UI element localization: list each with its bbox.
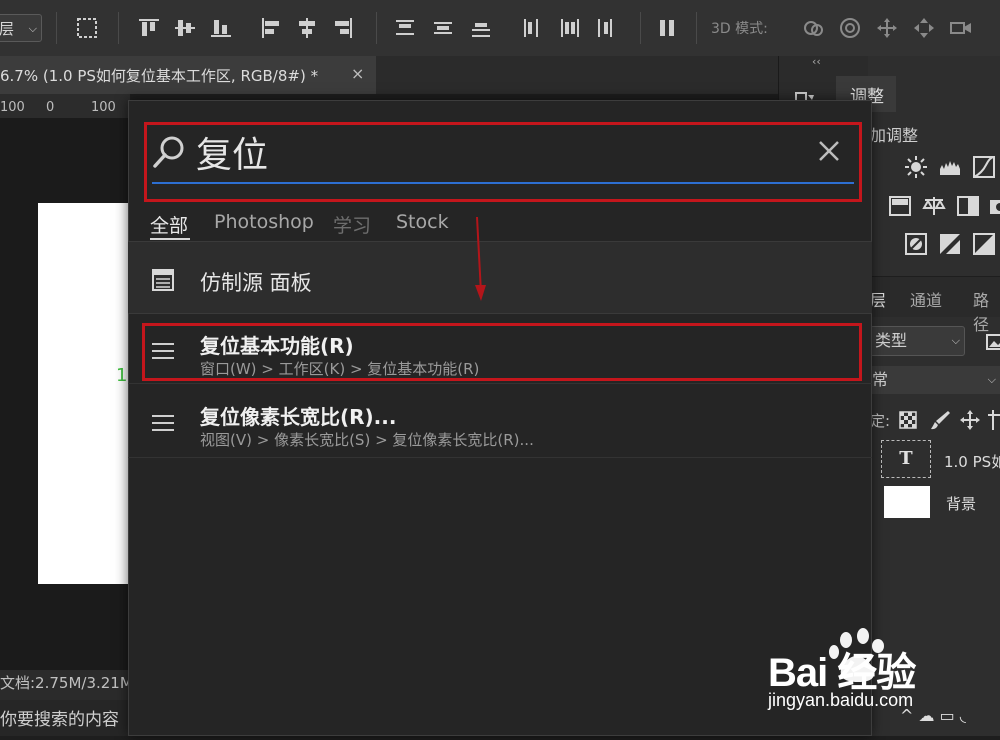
document-size-status: 文档:2.75M/3.21M — [0, 674, 133, 692]
system-tray: ^ ☁ ▭ ◟ — [900, 706, 966, 725]
collapse-panels-icon[interactable]: ‹‹ — [812, 55, 821, 68]
distribute-left-icon[interactable] — [518, 15, 544, 41]
curves-icon[interactable] — [972, 155, 996, 179]
annotation-arrow-icon — [470, 215, 492, 305]
brightness-icon[interactable] — [904, 155, 928, 179]
ruler-label: 100 — [0, 100, 25, 115]
layer-filter-select[interactable]: 类型 ⌵ — [870, 326, 965, 356]
distribute-spacing-icon[interactable] — [654, 15, 680, 41]
background-layer-thumbnail — [884, 486, 930, 518]
clear-search-icon[interactable] — [816, 138, 842, 164]
ruler-label: 100 — [91, 100, 116, 115]
filter-tab-stock[interactable]: Stock — [396, 211, 449, 233]
3d-orbit-icon[interactable] — [800, 15, 826, 41]
3d-camera-icon[interactable] — [948, 15, 974, 41]
layer-select[interactable]: 层 ⌵ — [0, 14, 42, 42]
align-left-icon[interactable] — [258, 15, 284, 41]
distribute-bottom-icon[interactable] — [468, 15, 494, 41]
tab-channels[interactable]: 通道 — [910, 287, 942, 311]
toolbar-separator — [640, 12, 641, 44]
watermark-url: jingyan.baidu.com — [768, 690, 914, 710]
menu-icon — [151, 414, 175, 432]
align-bottom-icon[interactable] — [208, 15, 234, 41]
align-top-icon[interactable] — [136, 15, 162, 41]
search-icon — [152, 134, 186, 170]
ruler-label: 0 — [46, 100, 55, 115]
text-layer-thumbnail: T — [881, 440, 931, 478]
align-vertical-center-icon[interactable] — [172, 15, 198, 41]
transform-controls-icon[interactable] — [74, 15, 100, 41]
tab-layers[interactable]: 层 — [870, 287, 886, 311]
3d-mode-label: 3D 模式: — [711, 21, 768, 37]
search-input-underline — [152, 182, 854, 184]
lock-transparent-icon[interactable] — [896, 408, 920, 432]
add-adjustment-label: 加调整 — [870, 126, 919, 145]
distribute-hcenter-icon[interactable] — [556, 15, 582, 41]
active-filter-underline — [150, 238, 190, 240]
3d-pan-icon[interactable] — [874, 15, 900, 41]
tab-paths[interactable]: 路径 — [973, 287, 1000, 335]
3d-roll-icon[interactable] — [837, 15, 863, 41]
toolbar-separator — [696, 12, 697, 44]
lock-artboard-icon[interactable] — [986, 408, 1000, 432]
posterize-icon[interactable] — [938, 232, 962, 256]
balance-icon[interactable] — [922, 194, 946, 218]
filter-tab-all[interactable]: 全部 — [150, 211, 188, 238]
filter-tab-photoshop[interactable]: Photoshop — [214, 211, 314, 233]
black-white-icon[interactable] — [956, 194, 980, 218]
document-canvas[interactable] — [38, 203, 130, 584]
search-result-title: 复位像素长宽比(R)... — [200, 405, 397, 429]
photo-filter-icon[interactable] — [988, 194, 1000, 218]
close-tab-icon[interactable]: × — [351, 64, 364, 83]
search-result-highlight — [142, 323, 862, 381]
toolbar-separator — [56, 12, 57, 44]
layer-name: 背景 — [946, 495, 977, 513]
align-horizontal-center-icon[interactable] — [294, 15, 320, 41]
search-input[interactable] — [196, 128, 796, 176]
search-result-panel-label: 仿制源 面板 — [200, 271, 312, 295]
3d-slide-icon[interactable] — [911, 15, 937, 41]
exposure-icon[interactable] — [888, 194, 912, 218]
levels-icon[interactable] — [938, 155, 962, 179]
toolbar-separator — [118, 12, 119, 44]
lock-label: 定: — [870, 412, 891, 430]
lock-position-move-icon[interactable] — [958, 408, 982, 432]
lock-pixels-brush-icon[interactable] — [928, 408, 952, 432]
panel-icon — [151, 268, 175, 292]
toolbar-separator — [376, 12, 377, 44]
distribute-right-icon[interactable] — [592, 15, 618, 41]
distribute-center-icon[interactable] — [430, 15, 456, 41]
layer-name: 1.0 PS如 — [944, 453, 1000, 471]
blend-mode-select[interactable]: 常 ⌵ — [870, 366, 1000, 394]
distribute-top-icon[interactable] — [392, 15, 418, 41]
search-hint-text[interactable]: 你要搜索的内容 — [0, 705, 119, 730]
document-tab-title: 6.7% (1.0 PS如何复位基本工作区, RGB/8#) * — [0, 67, 319, 85]
invert-icon[interactable] — [904, 232, 928, 256]
filter-image-icon[interactable] — [984, 330, 1000, 354]
gradient-map-icon[interactable] — [972, 232, 996, 256]
align-right-icon[interactable] — [330, 15, 356, 41]
filter-tab-learn[interactable]: 学习 — [333, 211, 371, 238]
search-result-path: 视图(V) > 像素长宽比(S) > 复位像素长宽比(R)... — [200, 431, 534, 449]
